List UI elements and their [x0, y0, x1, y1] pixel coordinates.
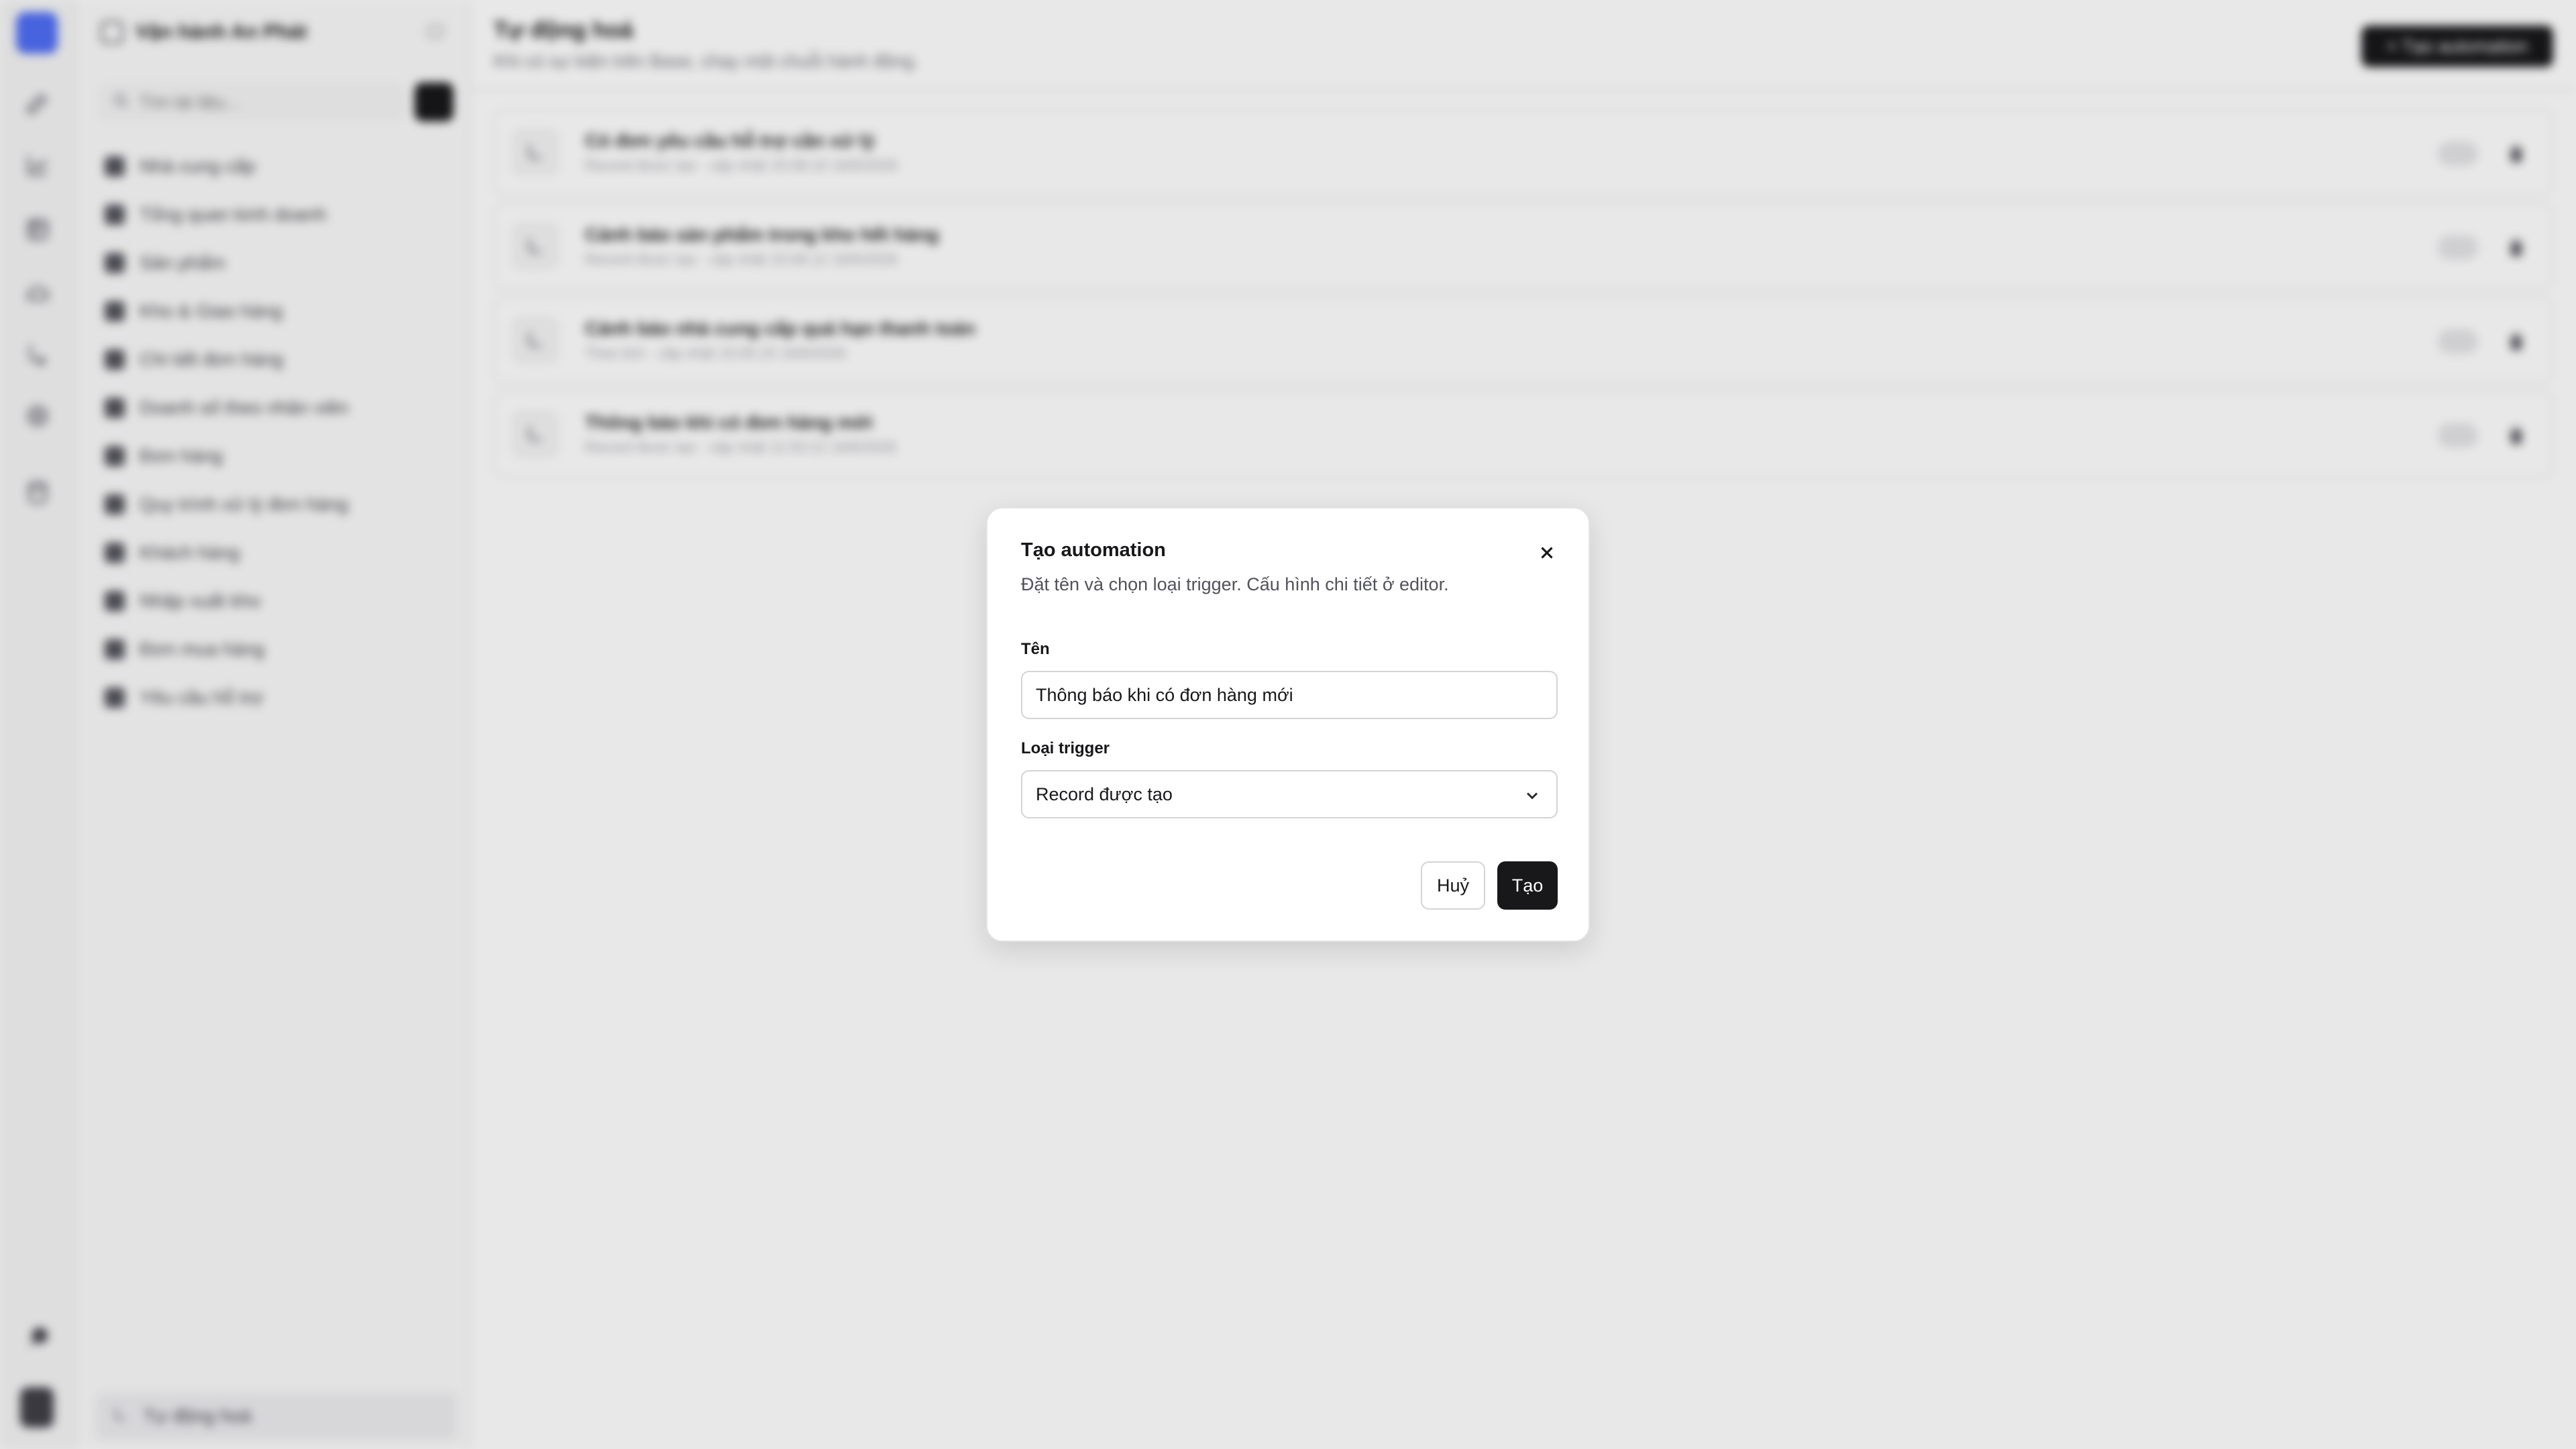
dialog-title: Tạo automation [1021, 539, 1166, 561]
dialog-description: Đặt tên và chọn loại trigger. Cấu hình c… [1021, 574, 1449, 594]
name-input[interactable] [1021, 671, 1558, 719]
name-label: Tên [1021, 640, 1050, 658]
trigger-select-value: Record được tạo [1036, 784, 1173, 804]
chevron-down-icon [1523, 786, 1542, 805]
close-icon[interactable] [1535, 541, 1559, 565]
cancel-button[interactable]: Huỷ [1421, 861, 1485, 910]
trigger-select[interactable]: Record được tạo [1021, 770, 1558, 818]
trigger-label: Loại trigger [1021, 739, 1110, 757]
create-automation-dialog: Tạo automation Đặt tên và chọn loại trig… [986, 507, 1590, 942]
create-button[interactable]: Tạo [1497, 861, 1558, 910]
